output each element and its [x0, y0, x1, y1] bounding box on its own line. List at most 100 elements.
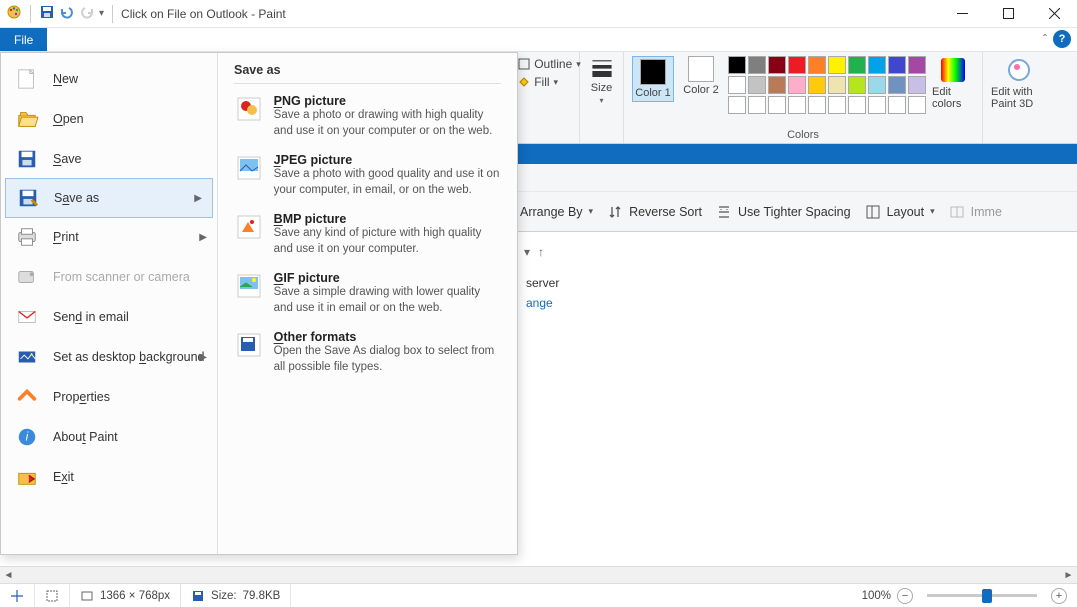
zoom-in-button[interactable]: + [1051, 588, 1067, 604]
scroll-right-icon[interactable]: ► [1060, 567, 1077, 584]
color2-button[interactable]: Color 2 [680, 56, 722, 96]
file-menu-item-set-as-desktop-background[interactable]: Set as desktop background▶ [1, 337, 217, 377]
file-menu-item-print[interactable]: Print▶ [1, 217, 217, 257]
colors-group-label: Colors [787, 127, 819, 141]
palette-swatch[interactable] [728, 56, 746, 74]
palette-swatch[interactable] [788, 96, 806, 114]
save-icon[interactable] [39, 4, 55, 23]
save-as-option-gif[interactable]: GIF pictureSave a simple drawing with lo… [234, 271, 501, 316]
save-as-desc: Open the Save As dialog box to select fr… [274, 344, 501, 375]
fill-dropdown[interactable]: Fill▾ [514, 74, 585, 90]
file-menu-icon [14, 186, 42, 210]
save-as-icon [234, 94, 264, 124]
palette-swatch[interactable] [828, 96, 846, 114]
palette-swatch[interactable] [888, 76, 906, 94]
palette-swatch[interactable] [808, 76, 826, 94]
undo-icon[interactable] [59, 4, 75, 23]
palette-swatch[interactable] [768, 76, 786, 94]
layout-dropdown[interactable]: Layout▾ [865, 204, 935, 220]
file-menu-icon [13, 265, 41, 289]
quick-access-toolbar: ▾ Click on File on Outlook - Paint [0, 4, 292, 23]
save-as-option-other[interactable]: Other formatsOpen the Save As dialog box… [234, 330, 501, 375]
edit-paint3d-button[interactable]: Edit with Paint 3D [991, 56, 1047, 110]
ribbon-collapse-icon[interactable]: ˆ [1043, 32, 1047, 46]
file-menu: NewOpenSaveSave as▶Print▶From scanner or… [0, 52, 518, 555]
scroll-left-icon[interactable]: ◄ [0, 567, 17, 584]
palette-swatch[interactable] [868, 76, 886, 94]
file-menu-item-save-as[interactable]: Save as ▶ [5, 178, 213, 218]
file-menu-item-open[interactable]: Open [1, 99, 217, 139]
save-as-option-png[interactable]: PNG pictureSave a photo or drawing with … [234, 94, 501, 139]
palette-swatch[interactable] [768, 96, 786, 114]
horizontal-scrollbar[interactable]: ◄ ► [0, 566, 1077, 583]
palette-swatch[interactable] [808, 96, 826, 114]
file-menu-item-exit[interactable]: Exit [1, 457, 217, 497]
content-partial: ▾ ↑ [520, 232, 1077, 272]
selection-segment [35, 584, 70, 607]
paint-app-icon[interactable] [6, 4, 22, 23]
save-as-desc: Save a photo or drawing with high qualit… [274, 108, 501, 139]
cursor-pos-segment [0, 584, 35, 607]
palette-swatch[interactable] [908, 76, 926, 94]
palette-swatch[interactable] [908, 96, 926, 114]
palette-swatch[interactable] [888, 56, 906, 74]
palette-swatch[interactable] [908, 56, 926, 74]
palette-swatch[interactable] [768, 56, 786, 74]
maximize-button[interactable] [985, 0, 1031, 28]
save-as-header: Save as [234, 63, 501, 84]
file-menu-item-properties[interactable]: Properties [1, 377, 217, 417]
palette-swatch[interactable] [748, 76, 766, 94]
palette-swatch[interactable] [828, 56, 846, 74]
edit-colors-button[interactable]: Edit colors [932, 56, 974, 110]
outline-dropdown[interactable]: Outline▾ [514, 56, 585, 72]
qat-separator [30, 5, 31, 23]
size-group: Size▾ [580, 52, 624, 143]
file-menu-label: Print [53, 230, 79, 244]
palette-swatch[interactable] [848, 76, 866, 94]
palette-swatch[interactable] [868, 56, 886, 74]
palette-swatch[interactable] [848, 96, 866, 114]
palette-swatch[interactable] [828, 76, 846, 94]
colors-group: Color 1 Color 2 Edit colors Colors [624, 52, 983, 143]
redo-icon[interactable] [79, 4, 95, 23]
immersive-reader-partial[interactable]: Imme [949, 204, 1002, 220]
color1-button[interactable]: Color 1 [632, 56, 674, 102]
save-as-title: Other formats [274, 330, 501, 344]
palette-swatch[interactable] [788, 76, 806, 94]
size-dropdown[interactable]: Size▾ [581, 56, 623, 105]
palette-swatch[interactable] [728, 96, 746, 114]
file-menu-item-save[interactable]: Save [1, 139, 217, 179]
palette-swatch[interactable] [808, 56, 826, 74]
palette-swatch[interactable] [728, 76, 746, 94]
palette-swatch[interactable] [748, 56, 766, 74]
help-icon[interactable]: ? [1053, 30, 1071, 48]
palette-row-2 [728, 76, 926, 94]
file-menu-icon [13, 225, 41, 249]
submenu-arrow-icon: ▶ [194, 193, 202, 204]
minimize-button[interactable] [939, 0, 985, 28]
qat-customize-icon[interactable]: ▾ [99, 8, 104, 19]
reverse-sort-button[interactable]: Reverse Sort [607, 204, 702, 220]
file-menu-item-send-in-email[interactable]: Send in email [1, 297, 217, 337]
save-as-option-jpeg[interactable]: JPEG pictureSave a photo with good quali… [234, 153, 501, 198]
zoom-thumb[interactable] [982, 589, 992, 603]
zoom-slider[interactable] [927, 594, 1037, 597]
palette-swatch[interactable] [848, 56, 866, 74]
close-button[interactable] [1031, 0, 1077, 28]
sort-down-icon[interactable]: ▾ [524, 245, 530, 259]
palette-swatch[interactable] [748, 96, 766, 114]
zoom-out-button[interactable]: − [897, 588, 913, 604]
change-link-partial[interactable]: ange [520, 294, 1077, 312]
arrange-by-dropdown[interactable]: Arrange By▾ [520, 205, 593, 219]
file-menu-icon [13, 465, 41, 489]
palette-swatch[interactable] [888, 96, 906, 114]
tighter-spacing-button[interactable]: Use Tighter Spacing [716, 204, 851, 220]
file-tab[interactable]: File [0, 28, 47, 51]
file-menu-item-new[interactable]: New [1, 59, 217, 99]
palette-swatch[interactable] [868, 96, 886, 114]
file-menu-label: Save as [54, 191, 99, 205]
save-as-option-bmp[interactable]: BMP pictureSave any kind of picture with… [234, 212, 501, 257]
palette-swatch[interactable] [788, 56, 806, 74]
sort-up-icon[interactable]: ↑ [538, 245, 544, 259]
file-menu-item-about-paint[interactable]: iAbout Paint [1, 417, 217, 457]
